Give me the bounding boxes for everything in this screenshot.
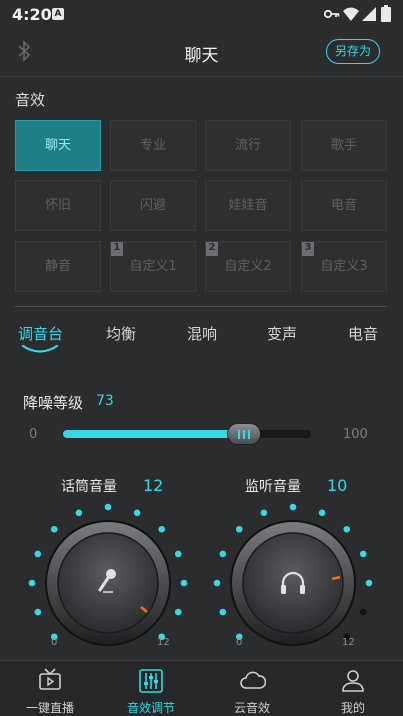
level-dot xyxy=(158,525,166,533)
nav-label: 音效调节 xyxy=(126,701,175,715)
person-icon xyxy=(342,670,364,692)
tab-voice-change[interactable]: 变声 xyxy=(267,323,297,344)
level-dot xyxy=(318,509,326,517)
preset-mute[interactable]: 静音 xyxy=(15,241,101,292)
level-dot xyxy=(260,509,268,517)
grip-icon xyxy=(238,430,253,439)
level-dot xyxy=(213,579,221,587)
header: 聊天 另存为 xyxy=(0,30,403,76)
preset-chat[interactable]: 聊天 xyxy=(15,120,101,171)
noise-level-label: 降噪等级 xyxy=(23,394,84,412)
key-icon xyxy=(324,9,340,19)
status-bar: 4:20 A xyxy=(0,0,403,30)
tab-reverb[interactable]: 混响 xyxy=(187,323,217,344)
knob-face xyxy=(242,532,344,634)
preset-nostalgic[interactable]: 怀旧 xyxy=(15,180,101,231)
bottom-navigation: 一键直播 音效调节 云音效 我的 xyxy=(0,660,403,716)
slider-min-label: 0 xyxy=(29,427,38,442)
level-dot xyxy=(133,509,141,517)
monitor-scale-min: 0 xyxy=(236,637,243,648)
tab-equalizer[interactable]: 均衡 xyxy=(106,323,136,344)
level-dot xyxy=(359,608,367,616)
level-dot xyxy=(34,608,42,616)
noise-level-value: 73 xyxy=(96,393,114,409)
preset-singer[interactable]: 歌手 xyxy=(301,120,387,171)
wifi-icon xyxy=(343,7,359,21)
header-divider xyxy=(0,76,403,77)
preset-label: 歌手 xyxy=(330,138,357,153)
monitor-volume-knob[interactable] xyxy=(210,500,380,660)
level-dot xyxy=(343,525,351,533)
preset-custom-1[interactable]: 1 自定义1 xyxy=(110,241,196,292)
level-dot xyxy=(180,579,188,587)
tab-electronic[interactable]: 电音 xyxy=(348,323,378,344)
level-dot xyxy=(219,608,227,616)
mic-scale-min: 0 xyxy=(51,637,58,648)
preset-label: 专业 xyxy=(139,138,166,153)
monitor-volume-label: 监听音量 xyxy=(245,479,301,495)
nav-cloud-effects[interactable]: 云音效 xyxy=(202,661,302,716)
preset-label: 静音 xyxy=(44,259,71,274)
preset-label: 聊天 xyxy=(44,138,71,153)
active-tab-indicator xyxy=(21,344,59,353)
section-divider xyxy=(15,306,387,307)
level-dot xyxy=(75,509,83,517)
monitor-scale-max: 12 xyxy=(342,637,355,648)
status-time: 4:20 xyxy=(12,5,52,24)
preset-label: 自定义3 xyxy=(320,259,368,274)
preset-dodge[interactable]: 闪避 xyxy=(110,180,196,231)
notification-a-icon: A xyxy=(52,8,64,20)
level-dot xyxy=(174,550,182,558)
preset-label: 电音 xyxy=(330,198,357,213)
level-dot xyxy=(365,579,373,587)
preset-label: 自定义2 xyxy=(224,259,272,274)
preset-custom-3[interactable]: 3 自定义3 xyxy=(301,241,387,292)
battery-icon xyxy=(381,5,391,22)
noise-slider-fill xyxy=(63,430,245,438)
level-dot xyxy=(174,608,182,616)
tab-mixer[interactable]: 调音台 xyxy=(18,323,63,344)
mic-volume-knob[interactable] xyxy=(25,500,195,660)
custom-badge: 2 xyxy=(206,242,218,256)
signal-icon xyxy=(362,7,376,21)
nav-label: 一键直播 xyxy=(25,701,74,715)
level-dot xyxy=(28,579,36,587)
tv-icon xyxy=(39,668,61,690)
preset-custom-2[interactable]: 2 自定义2 xyxy=(205,241,291,292)
save-as-button[interactable]: 另存为 xyxy=(326,39,380,64)
preset-baby-voice[interactable]: 娃娃音 xyxy=(205,180,291,231)
nav-profile[interactable]: 我的 xyxy=(303,661,403,716)
cloud-icon xyxy=(240,671,266,689)
level-dot xyxy=(104,503,112,511)
equalizer-icon xyxy=(139,669,163,693)
noise-slider-thumb[interactable] xyxy=(227,423,262,445)
preset-pop[interactable]: 流行 xyxy=(205,120,291,171)
preset-electronic[interactable]: 电音 xyxy=(301,180,387,231)
level-dot xyxy=(289,503,297,511)
slider-max-label: 100 xyxy=(343,427,368,442)
level-dot xyxy=(34,550,42,558)
preset-label: 流行 xyxy=(234,138,261,153)
preset-label: 闪避 xyxy=(139,198,166,213)
level-dot xyxy=(50,525,58,533)
level-dot xyxy=(359,550,367,558)
mic-volume-value: 12 xyxy=(143,476,164,495)
preset-professional[interactable]: 专业 xyxy=(110,120,196,171)
level-dot xyxy=(235,525,243,533)
knob-face xyxy=(57,532,159,634)
section-title: 音效 xyxy=(15,91,46,109)
custom-badge: 3 xyxy=(302,242,314,256)
preset-label: 娃娃音 xyxy=(228,198,268,213)
mic-volume-label: 话筒音量 xyxy=(61,479,117,495)
preset-label: 怀旧 xyxy=(44,198,71,213)
nav-label: 云音效 xyxy=(233,701,270,715)
level-dot xyxy=(219,550,227,558)
nav-sound-adjust[interactable]: 音效调节 xyxy=(101,661,201,716)
monitor-volume-value: 10 xyxy=(327,476,348,495)
preset-label: 自定义1 xyxy=(129,259,177,274)
custom-badge: 1 xyxy=(111,242,123,256)
nav-live[interactable]: 一键直播 xyxy=(0,661,100,716)
nav-label: 我的 xyxy=(340,701,365,715)
mic-scale-max: 12 xyxy=(157,637,170,648)
